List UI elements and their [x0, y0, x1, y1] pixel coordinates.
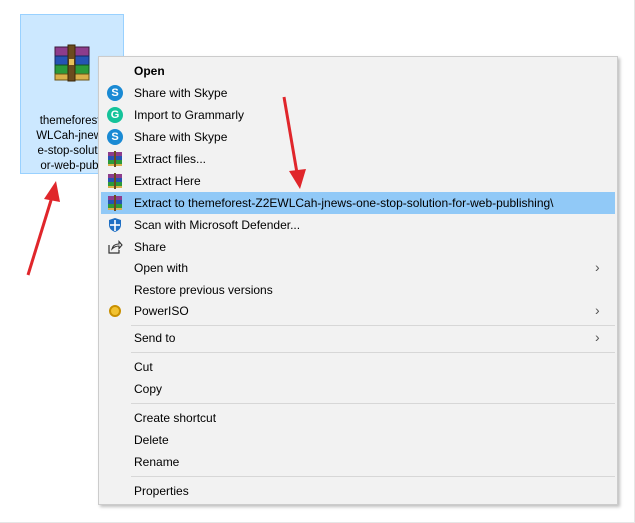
- menu-item-cut[interactable]: Cut: [101, 356, 615, 378]
- menu-separator: [131, 403, 615, 404]
- menu-separator: [131, 352, 615, 353]
- menu-item-open-with[interactable]: Open with ›: [101, 257, 615, 279]
- menu-separator: [131, 325, 615, 326]
- menu-item-label: Import to Grammarly: [134, 108, 245, 122]
- menu-item-label: Open: [134, 64, 165, 78]
- winrar-icon: [108, 195, 122, 211]
- menu-item-label: Send to: [134, 331, 176, 345]
- menu-item-share-with-skype-2[interactable]: S Share with Skype: [101, 126, 615, 148]
- menu-separator: [131, 476, 615, 477]
- menu-item-label: Cut: [134, 360, 153, 374]
- menu-item-share-with-skype[interactable]: S Share with Skype: [101, 82, 615, 104]
- menu-item-label: PowerISO: [134, 304, 189, 318]
- menu-item-extract-here[interactable]: Extract Here: [101, 170, 615, 192]
- winrar-icon: [108, 151, 122, 167]
- menu-item-properties[interactable]: Properties: [101, 480, 615, 502]
- menu-item-label: Share with Skype: [134, 86, 228, 100]
- menu-item-import-to-grammarly[interactable]: G Import to Grammarly: [101, 104, 615, 126]
- winrar-archive-icon: [54, 44, 90, 82]
- menu-item-label: Properties: [134, 484, 189, 498]
- menu-item-label: Extract files...: [134, 152, 207, 166]
- menu-item-extract-files[interactable]: Extract files...: [101, 148, 615, 170]
- chevron-right-icon: ›: [595, 259, 600, 275]
- menu-item-label: Rename: [134, 455, 180, 469]
- menu-item-label: Open with: [134, 261, 189, 275]
- poweriso-icon: [109, 305, 121, 317]
- menu-item-label: Scan with Microsoft Defender...: [134, 218, 301, 232]
- menu-item-label: Create shortcut: [134, 411, 217, 425]
- menu-item-copy[interactable]: Copy: [101, 378, 615, 400]
- menu-item-send-to[interactable]: Send to ›: [101, 327, 615, 349]
- menu-item-extract-to-folder[interactable]: Extract to themeforest-Z2EWLCah-jnews-on…: [101, 192, 615, 214]
- menu-item-label: Delete: [134, 433, 169, 447]
- menu-item-label: Restore previous versions: [134, 283, 273, 297]
- menu-item-label: Copy: [134, 382, 163, 396]
- menu-item-label: Extract Here: [134, 174, 201, 188]
- menu-item-poweriso[interactable]: PowerISO ›: [101, 300, 615, 322]
- menu-item-create-shortcut[interactable]: Create shortcut: [101, 407, 615, 429]
- menu-item-label: Share: [134, 240, 167, 254]
- share-icon: [108, 240, 123, 254]
- menu-item-restore-previous-versions[interactable]: Restore previous versions: [101, 279, 615, 301]
- chevron-right-icon: ›: [595, 302, 600, 318]
- menu-item-share[interactable]: Share: [101, 236, 615, 258]
- menu-item-rename[interactable]: Rename: [101, 451, 615, 473]
- grammarly-icon: G: [107, 107, 123, 123]
- menu-item-open[interactable]: Open: [101, 60, 615, 82]
- menu-item-scan-with-defender[interactable]: Scan with Microsoft Defender...: [101, 214, 615, 236]
- defender-icon: [109, 218, 121, 232]
- context-menu: Open S Share with Skype G Import to Gram…: [98, 56, 618, 505]
- chevron-right-icon: ›: [595, 329, 600, 345]
- menu-item-delete[interactable]: Delete: [101, 429, 615, 451]
- menu-item-label: Extract to themeforest-Z2EWLCah-jnews-on…: [134, 196, 554, 210]
- skype-icon: S: [107, 85, 123, 101]
- winrar-icon: [108, 173, 122, 189]
- menu-item-label: Share with Skype: [134, 130, 228, 144]
- skype-icon: S: [107, 129, 123, 145]
